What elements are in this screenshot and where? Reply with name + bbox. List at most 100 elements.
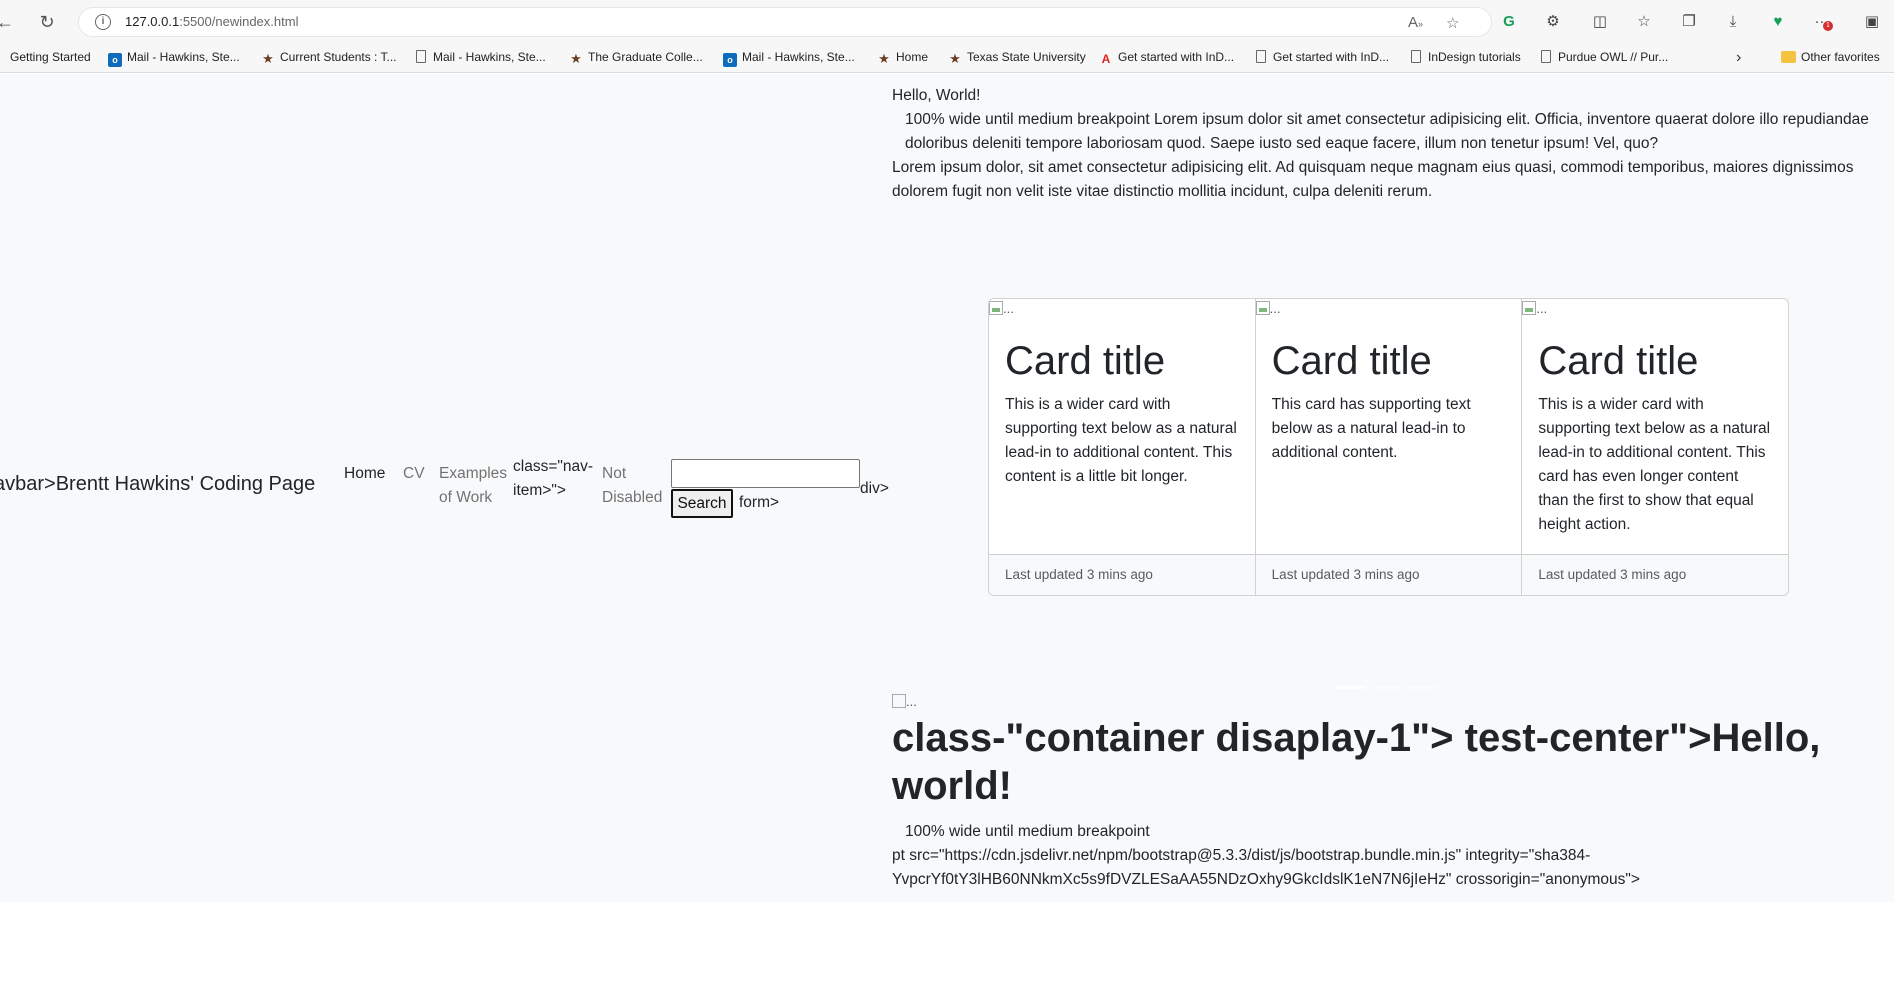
bookmark-label: Mail - Hawkins, Ste... — [742, 50, 855, 64]
bookmark-label: Texas State University — [967, 50, 1086, 64]
bookmark-item[interactable]: ★ Current Students : T... — [261, 48, 397, 66]
card-body: Card title This is a wider card with sup… — [989, 321, 1255, 554]
nav-link-not-disabled-line2: Disabled — [602, 489, 663, 506]
star-icon: ★ — [878, 51, 890, 66]
carousel-indicator[interactable] — [1336, 686, 1366, 689]
browser-essentials-icon[interactable]: ♥ — [1767, 11, 1789, 33]
stray-form-text: form> — [739, 494, 780, 511]
bookmark-item[interactable]: Get started with InD... — [1256, 48, 1389, 66]
card-group: ... Card title This is a wider card with… — [988, 298, 1789, 596]
downloads-icon[interactable]: ⤓ — [1722, 11, 1744, 33]
page-icon — [1411, 50, 1421, 63]
stray-nav-item-text: class="nav- item>"> — [513, 455, 593, 503]
stray-text-line2: item>"> — [513, 482, 566, 499]
bookmark-label: InDesign tutorials — [1428, 50, 1521, 64]
bookmark-label: Purdue OWL // Pur... — [1558, 50, 1669, 64]
page-icon — [416, 50, 426, 63]
read-aloud-icon[interactable]: A» — [1408, 14, 1423, 31]
carousel-image-alt: ... — [906, 694, 917, 709]
page-icon — [1541, 50, 1551, 63]
card-image-alt: ... — [1536, 301, 1548, 316]
outlook-icon: o — [108, 53, 122, 67]
chevron-right-icon[interactable]: › — [1736, 49, 1741, 67]
split-screen-icon[interactable]: ◫ — [1589, 11, 1611, 33]
url-host: 127.0.0.1 — [125, 14, 180, 29]
other-favorites[interactable]: Other favorites — [1781, 48, 1880, 66]
card-image: ... — [1522, 299, 1788, 321]
search-button[interactable]: Search — [671, 489, 733, 518]
refresh-icon[interactable]: ↻ — [36, 11, 58, 33]
copilot-sidebar-icon[interactable]: ▣ — [1861, 11, 1883, 33]
hello-text: Hello, World! — [892, 87, 981, 104]
other-favorites-label: Other favorites — [1801, 50, 1880, 64]
broken-image-icon — [1522, 301, 1537, 315]
carousel-indicator[interactable] — [1408, 686, 1438, 689]
bookmark-label: Get started with InD... — [1118, 50, 1235, 64]
nav-link-home[interactable]: Home — [344, 462, 385, 486]
folder-icon — [1781, 51, 1796, 63]
bookmark-label: Get started with InD... — [1273, 50, 1390, 64]
card-footer: Last updated 3 mins ago — [1522, 554, 1788, 595]
site-info-icon[interactable]: i — [95, 14, 111, 30]
star-icon: ★ — [262, 51, 274, 66]
back-icon[interactable]: ← — [0, 11, 16, 33]
card-title: Card title — [1005, 339, 1166, 383]
card-footer: Last updated 3 mins ago — [989, 554, 1255, 595]
url-text[interactable]: 127.0.0.1:5500/newindex.html — [125, 14, 298, 29]
bookmark-item[interactable]: Mail - Hawkins, Ste... — [416, 48, 546, 66]
bookmark-item[interactable]: Getting Started — [10, 48, 91, 66]
bookmark-item[interactable]: o Mail - Hawkins, Ste... — [108, 48, 240, 67]
card-image-alt: ... — [1269, 301, 1281, 316]
page-blank-area — [0, 902, 1894, 982]
card-text: This card has supporting text below as a… — [1271, 396, 1471, 461]
navbar-brand[interactable]: avbar>Brentt Hawkins' Coding Page — [0, 472, 315, 496]
stray-text-line1: class="nav- — [513, 458, 594, 475]
grammarly-icon[interactable]: G — [1498, 11, 1520, 33]
adobe-icon: A — [1101, 52, 1111, 66]
carousel-image: ... — [892, 694, 917, 709]
bookmark-label: Getting Started — [10, 50, 91, 64]
bookmark-label: Mail - Hawkins, Ste... — [433, 50, 546, 64]
favorites-icon[interactable]: ☆ — [1633, 11, 1655, 33]
card-title: Card title — [1538, 339, 1699, 383]
nav-link-examples-line1: Examples — [439, 465, 508, 482]
card-body: Card title This is a wider card with sup… — [1522, 321, 1788, 554]
favorite-star-icon[interactable]: ☆ — [1446, 14, 1459, 32]
nav-link-examples[interactable]: Examples of Work — [439, 462, 507, 510]
bottom-text: 100% wide until medium breakpoint pt src… — [892, 820, 1892, 892]
page-icon — [1256, 50, 1266, 63]
broken-image-icon — [1255, 301, 1270, 315]
intro-paragraph-2: Lorem ipsum dolor, sit amet consectetur … — [892, 159, 1854, 200]
notification-badge: 1 — [1823, 21, 1833, 31]
bookmark-label: Current Students : T... — [280, 50, 397, 64]
address-bar[interactable]: i 127.0.0.1:5500/newindex.html A» ☆ — [78, 7, 1492, 37]
bookmark-item[interactable]: ★ Home — [877, 48, 928, 66]
nav-link-not-disabled[interactable]: Not Disabled — [602, 462, 662, 510]
bookmark-item[interactable]: ★ Texas State University — [948, 48, 1086, 66]
bookmark-item[interactable]: o Mail - Hawkins, Ste... — [723, 48, 855, 67]
card: ... Card title This is a wider card with… — [1522, 299, 1788, 595]
url-path: :5500/newindex.html — [179, 14, 299, 29]
card-image: ... — [1255, 299, 1522, 321]
bookmark-item[interactable]: InDesign tutorials — [1411, 48, 1521, 66]
card-text: This is a wider card with supporting tex… — [1538, 396, 1771, 533]
nav-link-cv[interactable]: CV — [403, 462, 425, 486]
bookmark-label: Home — [896, 50, 929, 64]
extensions-icon[interactable]: ⚙ — [1542, 11, 1564, 33]
search-input[interactable] — [671, 459, 860, 488]
intro-section: Hello, World! 100% wide until medium bre… — [892, 84, 1892, 204]
bookmarks-bar: Getting Started o Mail - Hawkins, Ste... … — [0, 43, 1894, 73]
page-viewport: Hello, World! 100% wide until medium bre… — [0, 74, 1894, 902]
nav-link-not-disabled-line1: Not — [602, 465, 627, 482]
bookmark-label: The Graduate Colle... — [588, 50, 703, 64]
broken-image-icon — [892, 694, 906, 708]
card-title: Card title — [1271, 339, 1432, 383]
card-text: This is a wider card with supporting tex… — [1005, 396, 1237, 485]
bottom-script-text: pt src="https://cdn.jsdelivr.net/npm/boo… — [892, 847, 1640, 888]
collections-icon[interactable]: ❐ — [1678, 11, 1700, 33]
intro-paragraph: 100% wide until medium breakpoint Lorem … — [905, 111, 1869, 152]
bookmark-item[interactable]: ★ The Graduate Colle... — [569, 48, 703, 66]
bookmark-item[interactable]: A Get started with InD... — [1099, 48, 1234, 66]
bookmark-item[interactable]: Purdue OWL // Pur... — [1541, 48, 1668, 66]
carousel-indicator[interactable] — [1372, 686, 1402, 689]
